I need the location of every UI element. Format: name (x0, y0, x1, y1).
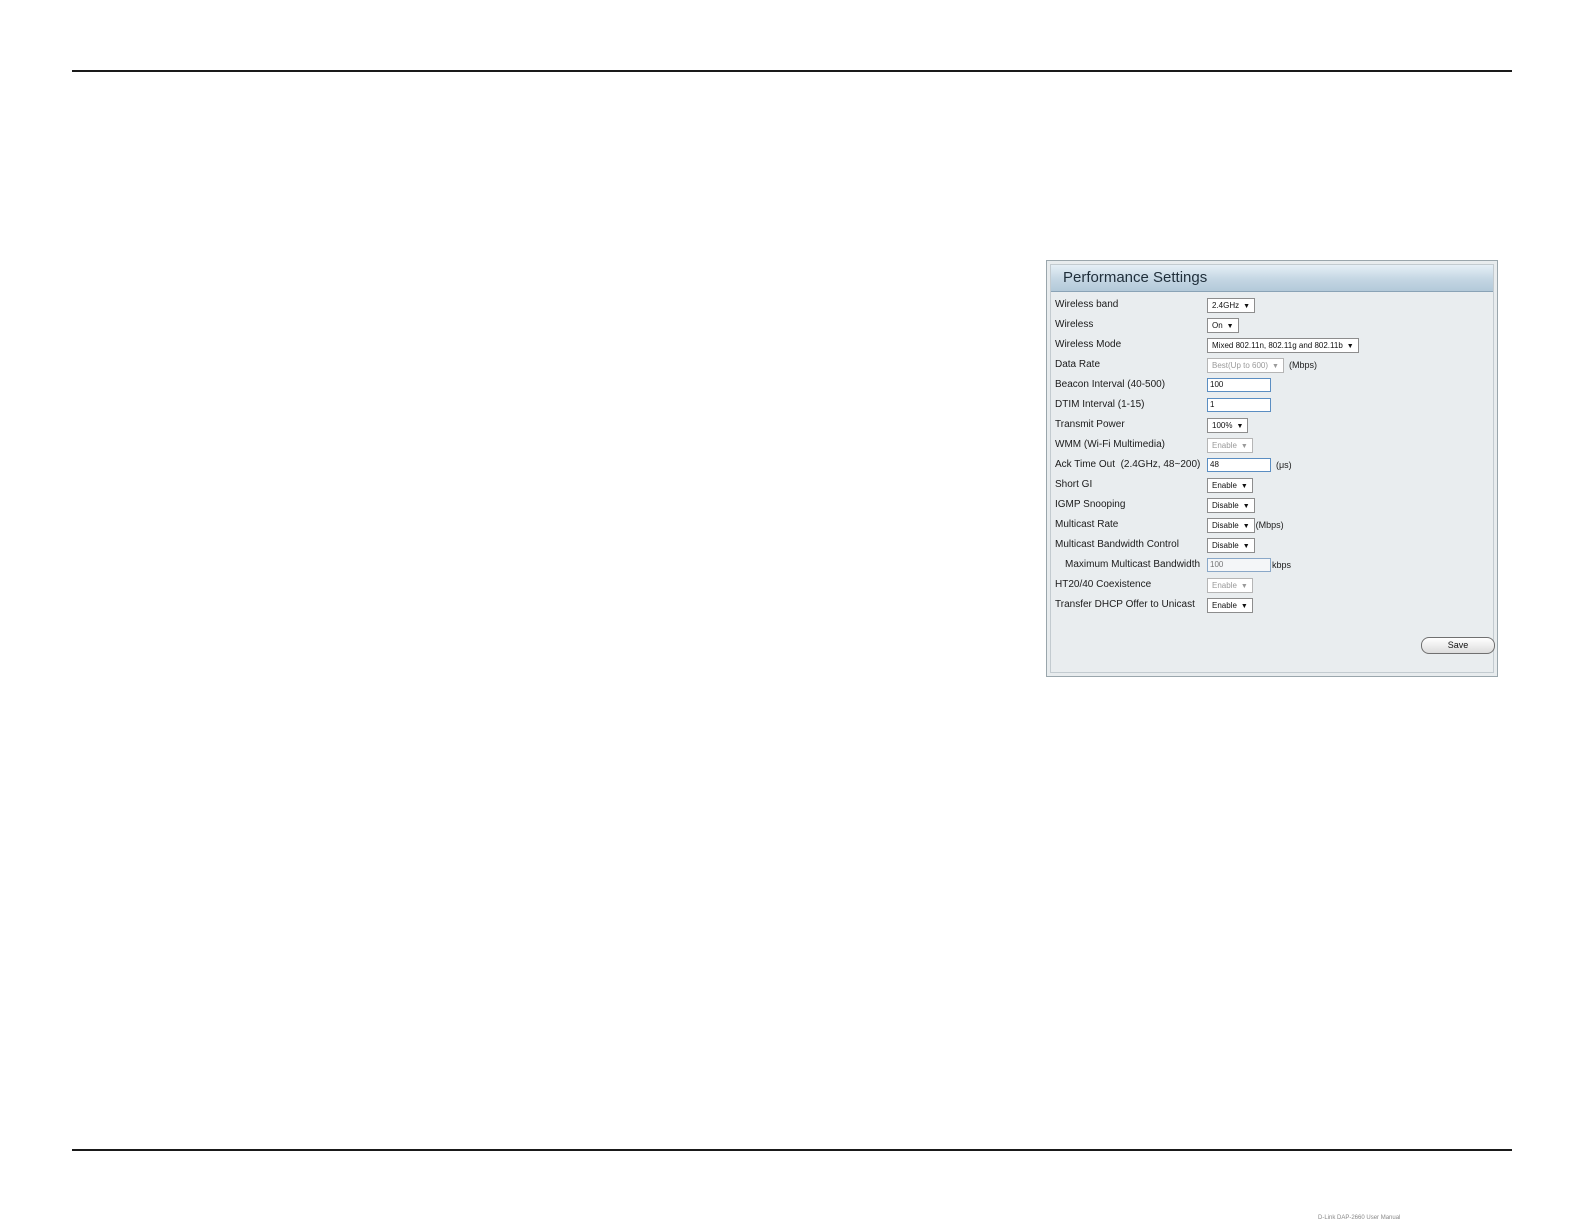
row-wireless-band: Wireless band 2.4GHz ▼ (1055, 296, 1491, 316)
ht2040-coexistence-label: HT20/40 Coexistence (1055, 579, 1152, 590)
dtim-interval-input[interactable]: 1 (1207, 398, 1271, 412)
chevron-down-icon: ▼ (1242, 543, 1250, 550)
footer-text: D-Link DAP-2660 User Manual (1318, 1215, 1401, 1221)
footer-rule (72, 1149, 1512, 1151)
row-data-rate: Data Rate Best(Up to 600) ▼ (Mbps) (1055, 356, 1491, 376)
performance-settings-panel: Performance Settings Wireless band 2.4GH… (1046, 260, 1498, 677)
row-beacon-interval: Beacon Interval (40-500) 100 (1055, 376, 1491, 396)
multicast-rate-label: Multicast Rate (1055, 519, 1119, 530)
chevron-down-icon: ▼ (1240, 443, 1248, 450)
wireless-band-label: Wireless band (1055, 299, 1119, 310)
multicast-bandwidth-control-label: Multicast Bandwidth Control (1055, 539, 1179, 550)
igmp-snooping-select[interactable]: Disable ▼ (1207, 498, 1255, 513)
transmit-power-select[interactable]: 100% ▼ (1207, 418, 1249, 433)
row-transmit-power: Transmit Power 100% ▼ (1055, 416, 1491, 436)
ack-time-out-unit: (μs) (1276, 460, 1292, 470)
row-maximum-multicast-bandwidth: Maximum Multicast Bandwidth 100 kbps (1055, 556, 1491, 576)
data-rate-select[interactable]: Best(Up to 600) ▼ (1207, 358, 1284, 373)
row-ht2040-coexistence: HT20/40 Coexistence Enable ▼ (1055, 576, 1491, 596)
short-gi-label: Short GI (1055, 479, 1093, 490)
row-multicast-bandwidth-control: Multicast Bandwidth Control Disable ▼ (1055, 536, 1491, 556)
ack-time-out-label: Ack Time Out (2.4GHz, 48~200) (1055, 459, 1201, 470)
multicast-rate-unit: (Mbps) (1255, 520, 1284, 530)
chevron-down-icon: ▼ (1240, 603, 1248, 610)
row-wireless-mode: Wireless Mode Mixed 802.11n, 802.11g and… (1055, 336, 1491, 356)
wireless-mode-select[interactable]: Mixed 802.11n, 802.11g and 802.11b ▼ (1207, 338, 1359, 353)
chevron-down-icon: ▼ (1226, 323, 1234, 330)
ht2040-coexistence-select[interactable]: Enable ▼ (1207, 578, 1253, 593)
row-igmp-snooping: IGMP Snooping Disable ▼ (1055, 496, 1491, 516)
chevron-down-icon: ▼ (1346, 343, 1354, 350)
wireless-mode-label: Wireless Mode (1055, 339, 1122, 350)
save-button[interactable]: Save (1421, 637, 1495, 654)
transmit-power-label: Transmit Power (1055, 419, 1125, 430)
short-gi-select[interactable]: Enable ▼ (1207, 478, 1253, 493)
maximum-multicast-bandwidth-unit: kbps (1272, 560, 1292, 570)
data-rate-label: Data Rate (1055, 359, 1101, 370)
transfer-dhcp-offer-select[interactable]: Enable ▼ (1207, 598, 1253, 613)
beacon-interval-label: Beacon Interval (40-500) (1055, 379, 1166, 390)
chevron-down-icon: ▼ (1242, 503, 1250, 510)
igmp-snooping-label: IGMP Snooping (1055, 499, 1126, 510)
wireless-select[interactable]: On ▼ (1207, 318, 1239, 333)
panel-body: Performance Settings Wireless band 2.4GH… (1050, 264, 1495, 673)
row-wmm: WMM (Wi-Fi Multimedia) Enable ▼ (1055, 436, 1491, 456)
row-ack-time-out: Ack Time Out (2.4GHz, 48~200) 48 (μs) (1055, 456, 1491, 476)
chevron-down-icon: ▼ (1236, 423, 1244, 430)
transfer-dhcp-offer-label: Transfer DHCP Offer to Unicast (1055, 599, 1195, 610)
maximum-multicast-bandwidth-label: Maximum Multicast Bandwidth (1065, 559, 1201, 570)
chevron-down-icon: ▼ (1240, 483, 1248, 490)
chevron-down-icon: ▼ (1242, 523, 1250, 530)
row-multicast-rate: Multicast Rate Disable ▼ (Mbps) (1055, 516, 1491, 536)
beacon-interval-input[interactable]: 100 (1207, 378, 1271, 392)
chevron-down-icon: ▼ (1240, 583, 1248, 590)
row-transfer-dhcp-offer: Transfer DHCP Offer to Unicast Enable ▼ (1055, 596, 1491, 616)
row-wireless: Wireless On ▼ (1055, 316, 1491, 336)
header-rule (72, 70, 1512, 72)
row-short-gi: Short GI Enable ▼ (1055, 476, 1491, 496)
panel-title: Performance Settings (1051, 265, 1493, 292)
wmm-select[interactable]: Enable ▼ (1207, 438, 1253, 453)
maximum-multicast-bandwidth-input[interactable]: 100 (1207, 558, 1271, 572)
wmm-label: WMM (Wi-Fi Multimedia) (1055, 439, 1165, 450)
ack-time-out-input[interactable]: 48 (1207, 458, 1271, 472)
multicast-bandwidth-control-select[interactable]: Disable ▼ (1207, 538, 1255, 553)
chevron-down-icon: ▼ (1243, 303, 1251, 310)
chevron-down-icon: ▼ (1272, 363, 1279, 370)
multicast-rate-select[interactable]: Disable ▼ (1207, 518, 1255, 533)
data-rate-unit: (Mbps) (1288, 360, 1317, 370)
wireless-band-select[interactable]: 2.4GHz ▼ (1207, 298, 1256, 313)
dtim-interval-label: DTIM Interval (1-15) (1055, 399, 1145, 410)
row-dtim-interval: DTIM Interval (1-15) 1 (1055, 396, 1491, 416)
wireless-label: Wireless (1055, 319, 1094, 330)
